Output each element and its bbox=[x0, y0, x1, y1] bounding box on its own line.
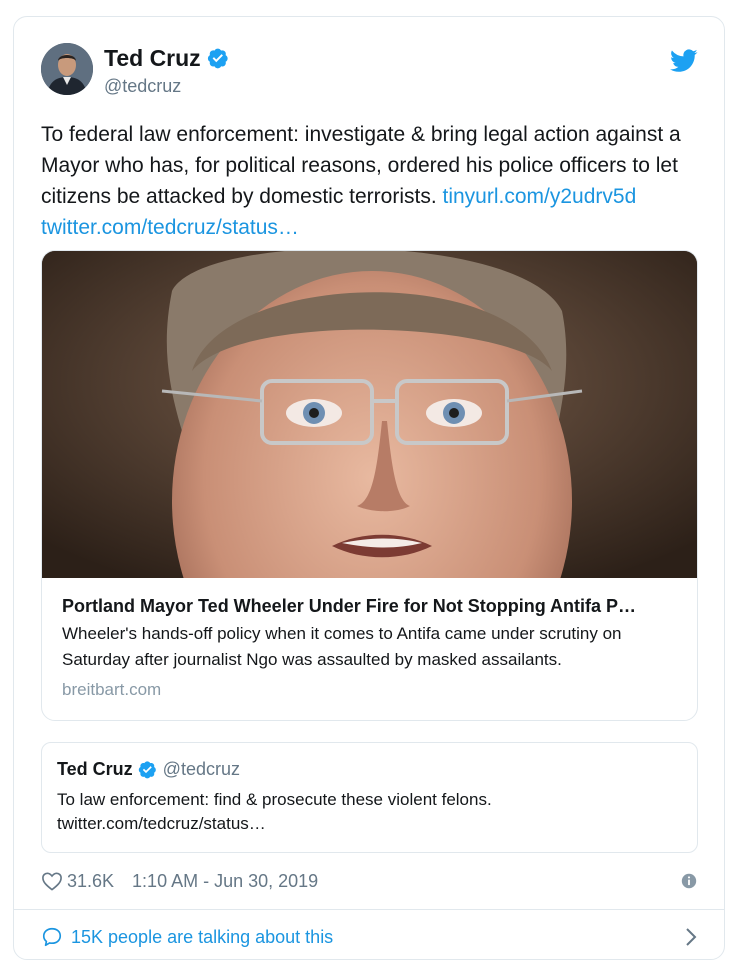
link-preview-card[interactable]: Portland Mayor Ted Wheeler Under Fire fo… bbox=[41, 250, 698, 721]
avatar-portrait bbox=[41, 43, 93, 95]
tweet-link-status[interactable]: twitter.com/tedcruz/status… bbox=[41, 216, 299, 239]
tweet-text: To federal law enforcement: investigate … bbox=[41, 119, 713, 243]
tweet-meta: 31.6K 1:10 AM - Jun 30, 2019 bbox=[41, 869, 698, 893]
tweet-card: Ted Cruz @tedcruz To federal law enforce… bbox=[13, 16, 725, 960]
link-preview-description: Wheeler's hands-off policy when it comes… bbox=[62, 624, 622, 669]
conversation-link[interactable]: 15K people are talking about this bbox=[41, 923, 698, 951]
author-block[interactable]: Ted Cruz @tedcruz bbox=[104, 45, 229, 97]
info-icon[interactable] bbox=[680, 872, 698, 890]
author-handle[interactable]: @tedcruz bbox=[104, 75, 229, 97]
quoted-tweet-link[interactable]: twitter.com/tedcruz/status… bbox=[57, 814, 266, 833]
twitter-bird-icon[interactable] bbox=[670, 49, 698, 73]
author-name-row[interactable]: Ted Cruz bbox=[104, 45, 229, 71]
like-count[interactable]: 31.6K bbox=[67, 871, 114, 892]
quoted-tweet-text: To law enforcement: find & prosecute the… bbox=[57, 788, 682, 836]
divider bbox=[14, 909, 724, 910]
portrait-photo bbox=[42, 251, 697, 578]
chevron-right-icon[interactable] bbox=[684, 927, 698, 947]
avatar[interactable] bbox=[41, 43, 93, 95]
link-preview-title[interactable]: Portland Mayor Ted Wheeler Under Fire fo… bbox=[62, 593, 682, 619]
conversation-label[interactable]: 15K people are talking about this bbox=[71, 927, 333, 948]
link-preview-image[interactable] bbox=[42, 251, 697, 578]
verified-badge-icon bbox=[138, 760, 156, 778]
verified-badge-icon bbox=[207, 48, 228, 69]
link-preview-body[interactable]: Portland Mayor Ted Wheeler Under Fire fo… bbox=[62, 593, 682, 701]
author-name[interactable]: Ted Cruz bbox=[104, 45, 201, 71]
tweet-link-tinyurl[interactable]: tinyurl.com/y2udrv5d bbox=[443, 185, 637, 208]
quoted-tweet-header: Ted Cruz @tedcruz bbox=[57, 758, 682, 780]
quoted-author-name[interactable]: Ted Cruz bbox=[57, 758, 133, 780]
speech-bubble-icon bbox=[42, 927, 62, 947]
quoted-author-handle[interactable]: @tedcruz bbox=[163, 758, 240, 780]
tweet-timestamp[interactable]: 1:10 AM - Jun 30, 2019 bbox=[132, 871, 318, 892]
heart-icon[interactable] bbox=[41, 871, 63, 891]
link-preview-domain: breitbart.com bbox=[62, 680, 162, 699]
quoted-tweet[interactable]: Ted Cruz @tedcruz To law enforcement: fi… bbox=[41, 742, 698, 853]
quoted-tweet-body: To law enforcement: find & prosecute the… bbox=[57, 790, 492, 809]
